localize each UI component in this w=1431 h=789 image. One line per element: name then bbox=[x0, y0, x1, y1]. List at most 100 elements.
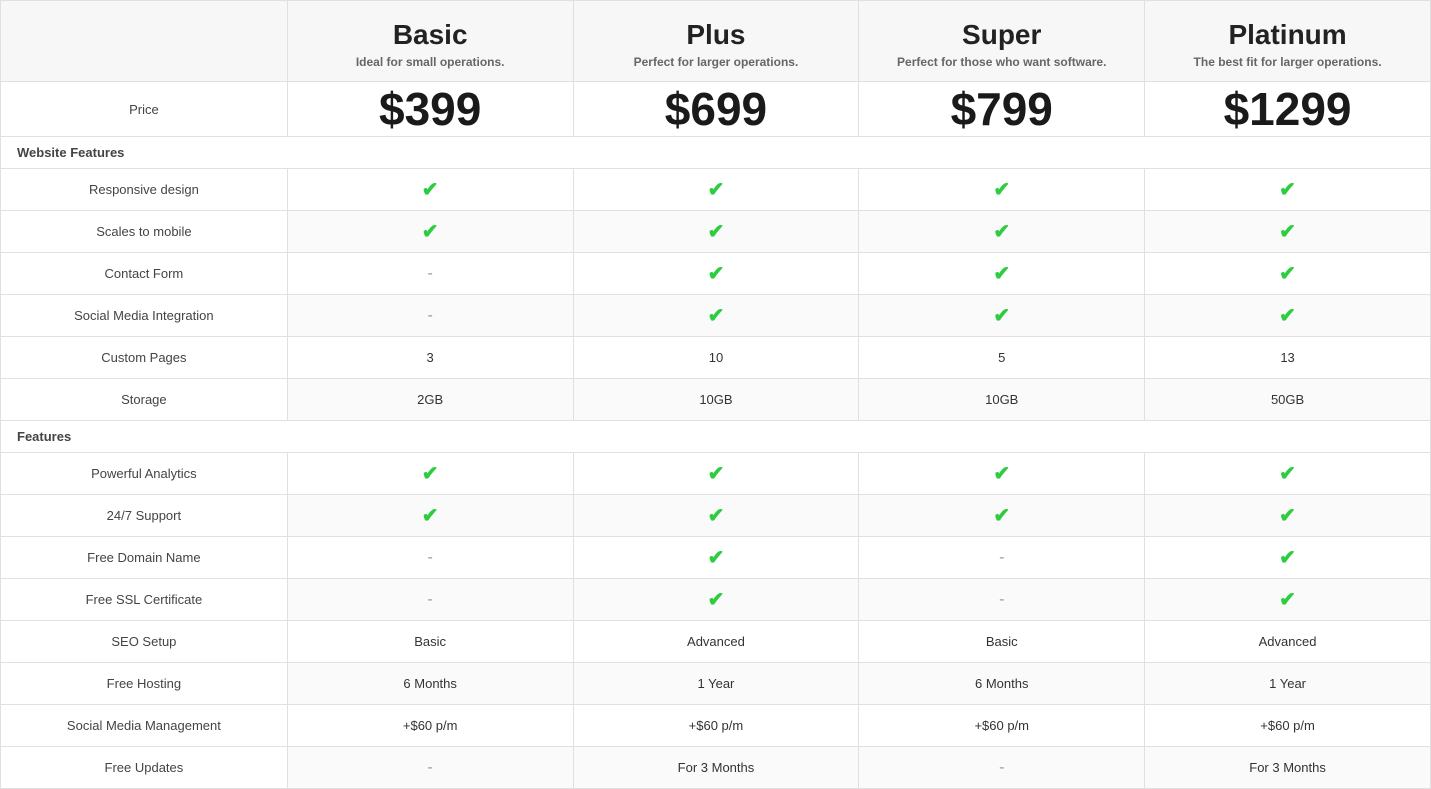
plan-name-platinum: Platinum bbox=[1155, 19, 1420, 51]
data-cell: ✔ bbox=[573, 211, 859, 253]
feature-label: Contact Form bbox=[1, 253, 288, 295]
dash-icon: - bbox=[428, 591, 433, 608]
feature-label: Scales to mobile bbox=[1, 211, 288, 253]
data-cell: Basic bbox=[859, 621, 1145, 663]
check-icon: ✔ bbox=[1279, 589, 1296, 611]
feature-label: Responsive design bbox=[1, 169, 288, 211]
data-cell: ✔ bbox=[287, 169, 573, 211]
plan-header-super: Super Perfect for those who want softwar… bbox=[859, 1, 1145, 82]
data-cell: - bbox=[287, 537, 573, 579]
data-cell: 1 Year bbox=[573, 663, 859, 705]
check-icon: ✔ bbox=[993, 179, 1010, 201]
dash-icon: - bbox=[428, 549, 433, 566]
feature-label: Free Hosting bbox=[1, 663, 288, 705]
check-icon: ✔ bbox=[708, 263, 725, 285]
data-cell: ✔ bbox=[287, 211, 573, 253]
data-cell: ✔ bbox=[573, 579, 859, 621]
table-row: Free Updates-For 3 Months-For 3 Months bbox=[1, 747, 1431, 789]
feature-label: Powerful Analytics bbox=[1, 453, 288, 495]
price-super: $799 bbox=[859, 82, 1145, 137]
data-cell: For 3 Months bbox=[573, 747, 859, 789]
data-cell: - bbox=[287, 253, 573, 295]
table-row: Contact Form - ✔ ✔ ✔ bbox=[1, 253, 1431, 295]
data-cell: ✔ bbox=[859, 295, 1145, 337]
section-header-row: Features bbox=[1, 421, 1431, 453]
data-cell: ✔ bbox=[573, 169, 859, 211]
check-icon: ✔ bbox=[422, 505, 439, 527]
table-row: Free Hosting6 Months1 Year6 Months1 Year bbox=[1, 663, 1431, 705]
dash-icon: - bbox=[999, 591, 1004, 608]
data-cell: 10GB bbox=[859, 379, 1145, 421]
dash-icon: - bbox=[428, 759, 433, 776]
data-cell: ✔ bbox=[573, 453, 859, 495]
data-cell: ✔ bbox=[1145, 537, 1431, 579]
check-icon: ✔ bbox=[708, 221, 725, 243]
table-row: Free Domain Name-✔-✔ bbox=[1, 537, 1431, 579]
section-title: Website Features bbox=[1, 137, 1431, 169]
table-row: Responsive design ✔ ✔ ✔ ✔ bbox=[1, 169, 1431, 211]
data-cell: - bbox=[287, 579, 573, 621]
feature-label: Storage bbox=[1, 379, 288, 421]
check-icon: ✔ bbox=[708, 463, 725, 485]
table-row: SEO SetupBasicAdvancedBasicAdvanced bbox=[1, 621, 1431, 663]
feature-label: Custom Pages bbox=[1, 337, 288, 379]
price-platinum: $1299 bbox=[1145, 82, 1431, 137]
data-cell: ✔ bbox=[859, 495, 1145, 537]
feature-label: 24/7 Support bbox=[1, 495, 288, 537]
data-cell: ✔ bbox=[573, 537, 859, 579]
table-row: Free SSL Certificate-✔-✔ bbox=[1, 579, 1431, 621]
plan-desc-plus: Perfect for larger operations. bbox=[584, 55, 849, 69]
check-icon: ✔ bbox=[993, 505, 1010, 527]
check-icon: ✔ bbox=[993, 263, 1010, 285]
data-cell: ✔ bbox=[1145, 169, 1431, 211]
data-cell: 3 bbox=[287, 337, 573, 379]
data-cell: ✔ bbox=[1145, 495, 1431, 537]
check-icon: ✔ bbox=[708, 179, 725, 201]
dash-icon: - bbox=[428, 307, 433, 324]
table-row: Storage2GB10GB10GB50GB bbox=[1, 379, 1431, 421]
check-icon: ✔ bbox=[1279, 305, 1296, 327]
data-cell: ✔ bbox=[859, 211, 1145, 253]
feature-label: SEO Setup bbox=[1, 621, 288, 663]
dash-icon: - bbox=[999, 549, 1004, 566]
check-icon: ✔ bbox=[708, 505, 725, 527]
table-row: 24/7 Support ✔ ✔ ✔ ✔ bbox=[1, 495, 1431, 537]
check-icon: ✔ bbox=[993, 463, 1010, 485]
data-cell: 2GB bbox=[287, 379, 573, 421]
table-row: Custom Pages310513 bbox=[1, 337, 1431, 379]
table-row: Powerful Analytics✔✔✔✔ bbox=[1, 453, 1431, 495]
data-cell: +$60 p/m bbox=[859, 705, 1145, 747]
data-cell: ✔ bbox=[1145, 295, 1431, 337]
check-icon: ✔ bbox=[1279, 263, 1296, 285]
dash-icon: - bbox=[999, 759, 1004, 776]
data-cell: 6 Months bbox=[859, 663, 1145, 705]
plan-header-plus: Plus Perfect for larger operations. bbox=[573, 1, 859, 82]
plan-name-super: Super bbox=[869, 19, 1134, 51]
data-cell: +$60 p/m bbox=[287, 705, 573, 747]
plan-desc-super: Perfect for those who want software. bbox=[869, 55, 1134, 69]
check-icon: ✔ bbox=[1279, 505, 1296, 527]
data-cell: ✔ bbox=[287, 453, 573, 495]
price-label: Price bbox=[1, 82, 288, 137]
data-cell: - bbox=[287, 295, 573, 337]
data-cell: Advanced bbox=[573, 621, 859, 663]
section-title: Features bbox=[1, 421, 1431, 453]
data-cell: ✔ bbox=[573, 253, 859, 295]
check-icon: ✔ bbox=[993, 221, 1010, 243]
data-cell: - bbox=[859, 579, 1145, 621]
check-icon: ✔ bbox=[1279, 179, 1296, 201]
check-icon: ✔ bbox=[708, 305, 725, 327]
data-cell: 1 Year bbox=[1145, 663, 1431, 705]
dash-icon: - bbox=[428, 265, 433, 282]
data-cell: ✔ bbox=[1145, 253, 1431, 295]
data-cell: ✔ bbox=[1145, 211, 1431, 253]
feature-label: Social Media Integration bbox=[1, 295, 288, 337]
data-cell: - bbox=[859, 537, 1145, 579]
data-cell: 6 Months bbox=[287, 663, 573, 705]
data-cell: ✔ bbox=[1145, 579, 1431, 621]
data-cell: ✔ bbox=[859, 169, 1145, 211]
price-plus: $699 bbox=[573, 82, 859, 137]
data-cell: - bbox=[287, 747, 573, 789]
check-icon: ✔ bbox=[993, 305, 1010, 327]
check-icon: ✔ bbox=[422, 179, 439, 201]
